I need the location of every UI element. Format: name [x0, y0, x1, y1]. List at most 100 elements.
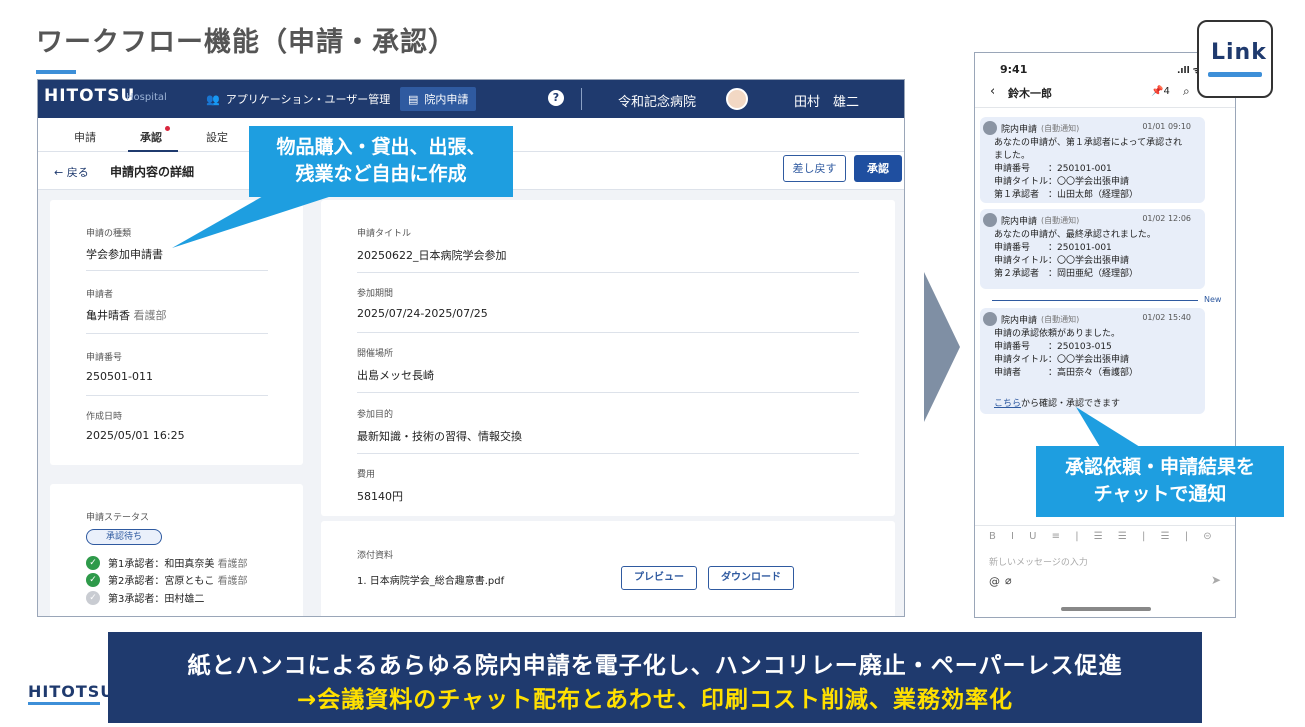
step-dept: 看護部: [217, 576, 248, 587]
divider: [357, 332, 859, 333]
check-icon: ✓: [86, 555, 100, 570]
attachment-icon[interactable]: ⌀: [1005, 574, 1012, 587]
users-icon: 👥: [206, 92, 220, 106]
send-icon[interactable]: ➤: [1211, 573, 1221, 587]
mention-icon[interactable]: @: [989, 575, 1000, 588]
field-label: 開催場所: [357, 349, 394, 359]
download-button[interactable]: ダウンロード: [708, 566, 794, 590]
message-auto-tag: (自動通知): [1041, 123, 1080, 133]
help-icon[interactable]: ?: [548, 90, 564, 106]
message-time: 01/02 12:06: [1142, 214, 1191, 223]
status-card: 申請ステータス 承認待ち ✓ 第1承認者：和田真奈美 看護部 ✓ 第2承認者：宮…: [50, 484, 303, 616]
step-text: 第3承認者：田村雄二: [108, 594, 205, 605]
status-time: 9:41: [1000, 63, 1028, 76]
home-indicator: [1061, 607, 1151, 611]
field-value: 亀井晴香 看護部: [86, 307, 167, 323]
back-button[interactable]: ← 戻る: [54, 164, 89, 180]
approval-step: ✓ 第3承認者：田村雄二: [86, 590, 204, 605]
field-value: 2025/05/01 16:25: [86, 429, 185, 442]
message-sender: 院内申請: [1001, 216, 1038, 227]
field-label: 申請タイトル: [357, 229, 412, 239]
nav-requests-label: 院内申請: [424, 93, 469, 106]
message-body: あなたの申請が、最終承認されました。 申請番号 ：250101-001 申請タイ…: [994, 230, 1156, 279]
check-icon: ✓: [86, 590, 100, 605]
divider: [357, 453, 859, 454]
link-logo-text: Link: [1211, 40, 1267, 65]
new-messages-divider: [992, 300, 1198, 301]
nav-users-label: アプリケーション・ユーザー管理: [225, 93, 391, 106]
brand-logo[interactable]: HITOTSU: [44, 86, 135, 106]
bot-avatar-icon: [983, 213, 997, 227]
applicant-dept: 看護部: [133, 309, 167, 322]
approval-step: ✓ 第1承認者：和田真奈美 看護部: [86, 555, 248, 570]
callout-pointer: [1076, 407, 1140, 447]
chat-message: 院内申請 (自動通知) 01/02 12:06 あなたの申請が、最終承認されまし…: [980, 209, 1205, 289]
tab-approve[interactable]: 承認: [140, 129, 162, 145]
field-label: 参加期間: [357, 289, 394, 299]
nav-users-link[interactable]: 👥 アプリケーション・ユーザー管理: [206, 91, 390, 107]
field-value: 最新知識・技術の習得、情報交換: [357, 430, 522, 443]
divider: [357, 272, 859, 273]
field-value: 58140円: [357, 490, 403, 503]
field-label: 参加目的: [357, 410, 394, 420]
callout-notify: 承認依頼・申請結果を チャットで通知: [1036, 446, 1284, 517]
field-value: 250501-011: [86, 370, 153, 383]
field-value: 出島メッセ長崎: [357, 369, 434, 382]
tab-apply[interactable]: 申請: [74, 129, 96, 145]
return-button[interactable]: 差し戻す: [783, 155, 846, 182]
field-label: 申請者: [86, 290, 114, 300]
link-logo-bar: [1208, 72, 1262, 77]
tab-settings[interactable]: 設定: [206, 129, 228, 145]
callout-line: チャットで通知: [1093, 483, 1227, 505]
message-input[interactable]: 新しいメッセージの入力: [989, 555, 1088, 568]
applicant-name: 亀井晴香: [86, 309, 130, 322]
field-label: 申請の種類: [86, 229, 132, 239]
new-messages-label: New: [1204, 295, 1222, 304]
approve-button[interactable]: 承認: [854, 155, 902, 182]
step-text: 第2承認者：宮原ともこ: [108, 576, 215, 587]
arrow-left-icon: ←: [54, 166, 67, 179]
link-app-logo: Link: [1197, 20, 1273, 98]
avatar[interactable]: [726, 88, 748, 110]
divider: [86, 395, 268, 396]
document-icon: ▤: [408, 92, 419, 106]
message-header: 院内申請 (自動通知) 01/02 12:06: [983, 213, 1199, 227]
callout-line: 残業など自由に作成: [295, 163, 467, 185]
notification-dot: [165, 126, 170, 131]
title-underline: [36, 70, 76, 74]
callout-create: 物品購入・貸出、出張、 残業など自由に作成: [249, 126, 513, 197]
message-header: 院内申請 (自動通知) 01/01 09:10: [983, 121, 1199, 135]
divider: [975, 107, 1235, 108]
field-value: 学会参加申請書: [86, 248, 163, 261]
details-card: 申請タイトル 20250622_日本病院学会参加 参加期間 2025/07/24…: [321, 200, 895, 516]
step-text: 第1承認者：和田真奈美: [108, 559, 215, 570]
flow-arrow-icon: [924, 272, 960, 422]
search-icon[interactable]: ⌕: [1183, 84, 1190, 99]
brand-subtitle: Hospital: [126, 92, 167, 103]
footer-logo-bar: [28, 702, 100, 705]
user-name[interactable]: 田村 雄二: [794, 91, 859, 110]
summary-banner: 紙とハンコによるあらゆる院内申請を電子化し、ハンコリレー廃止・ペーパーレス促進 …: [108, 632, 1202, 723]
message-body: あなたの申請が、第１承認者によって承認され ました。 申請番号 ：250101-…: [994, 138, 1183, 200]
preview-button[interactable]: プレビュー: [621, 566, 697, 590]
nav-divider: [581, 88, 582, 110]
attachment-file[interactable]: 1. 日本病院学会_総合趣意書.pdf: [357, 572, 504, 587]
hospital-name[interactable]: 令和記念病院: [618, 91, 696, 110]
check-icon: ✓: [86, 572, 100, 587]
field-value: 2025/07/24-2025/07/25: [357, 307, 488, 320]
message-auto-tag: (自動通知): [1041, 314, 1080, 324]
message-link[interactable]: こちら: [994, 399, 1021, 409]
divider: [86, 333, 268, 334]
pin-button[interactable]: 📌4: [1151, 86, 1170, 97]
message-auto-tag: (自動通知): [1041, 215, 1080, 225]
field-label: 費用: [357, 470, 376, 480]
chevron-left-icon[interactable]: ‹: [990, 84, 995, 99]
chat-contact-name: 鈴木一郎: [1008, 87, 1052, 100]
nav-requests-link[interactable]: ▤ 院内申請: [400, 87, 477, 111]
chat-message: 院内申請 (自動通知) 01/02 15:40 申請の承認依頼がありました。 申…: [980, 308, 1205, 414]
field-label: 添付資料: [357, 551, 394, 561]
callout-line: 承認依頼・申請結果を: [1064, 456, 1255, 478]
bot-avatar-icon: [983, 312, 997, 326]
message-time: 01/01 09:10: [1142, 122, 1191, 131]
format-toolbar[interactable]: B I U ≡ | ☰ ☰ | ☰ | ⊝: [989, 531, 1218, 542]
